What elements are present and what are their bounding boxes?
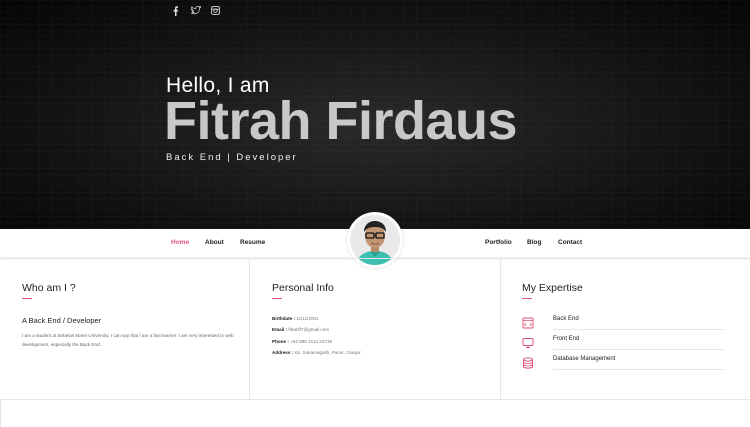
info-phone: Phone : +62 895 4114 23735 — [272, 339, 332, 344]
nav-contact[interactable]: Contact — [558, 239, 582, 246]
monitor-icon — [522, 338, 534, 348]
nav-home[interactable]: Home — [171, 239, 189, 246]
expertise-item: Database Management — [553, 356, 616, 362]
address-value: Kp. Sukamagalih, Pacet, Cianjur. — [293, 350, 362, 355]
database-icon — [523, 357, 533, 369]
email-label: Email : — [272, 327, 288, 332]
info-title: Personal Info — [272, 282, 334, 294]
info-email: Email : fitrahff7@gmail.com — [272, 327, 329, 332]
nav-portfolio[interactable]: Portfolio — [485, 239, 512, 246]
info-address: Address : Kp. Sukamagalih, Pacet, Cianju… — [272, 350, 362, 355]
expertise-item: Back End — [553, 316, 579, 322]
expertise-title: My Expertise — [522, 282, 583, 294]
hero-banner: Hello, I am Fitrah Firdaus Back End | De… — [0, 0, 750, 229]
info-columns: Who am I ? A Back End / Developer I am a… — [0, 258, 750, 400]
about-title-underline — [22, 298, 32, 299]
nav-blog[interactable]: Blog — [527, 239, 541, 246]
expertise-item: Front End — [553, 336, 580, 342]
social-links — [170, 5, 221, 16]
expertise-divider — [553, 369, 724, 370]
birthdate-label: Birthdate : — [272, 316, 295, 321]
phone-value: +62 895 4114 23735 — [288, 339, 333, 344]
nav-about[interactable]: About — [205, 239, 224, 246]
twitter-icon[interactable] — [190, 5, 201, 16]
address-label: Address : — [272, 350, 294, 355]
about-title: Who am I ? — [22, 282, 76, 294]
hero-name: Fitrah Firdaus — [164, 91, 518, 151]
footer-strip — [0, 399, 750, 427]
expertise-divider — [553, 349, 724, 350]
phone-label: Phone : — [272, 339, 289, 344]
about-description: I am a student at Sebelas Maret Universi… — [22, 333, 234, 347]
facebook-icon[interactable] — [170, 5, 181, 16]
nav-resume[interactable]: Resume — [240, 239, 265, 246]
hero-role: Back End | Developer — [166, 152, 298, 163]
expertise-divider — [553, 329, 724, 330]
expertise-title-underline — [522, 298, 532, 299]
code-icon — [522, 317, 534, 329]
instagram-icon[interactable] — [210, 5, 221, 16]
about-subtitle: A Back End / Developer — [22, 316, 102, 325]
info-title-underline — [272, 298, 282, 299]
email-value[interactable]: fitrahff7@gmail.com — [287, 327, 329, 332]
column-divider — [500, 259, 501, 399]
birthdate-value: 11/11/2001 — [294, 316, 319, 321]
column-divider — [249, 259, 250, 399]
info-birthdate: Birthdate : 11/11/2001 — [272, 316, 319, 321]
